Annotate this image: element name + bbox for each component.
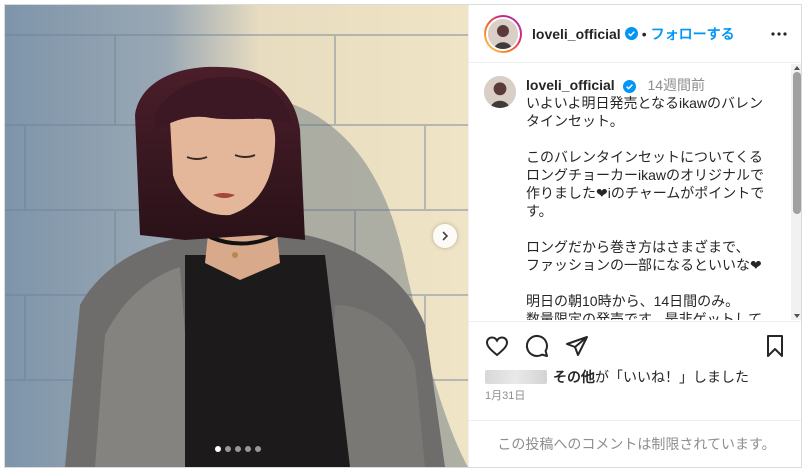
scroll-up-arrow-icon[interactable] [794, 66, 800, 70]
follow-button[interactable]: フォローする [651, 24, 735, 44]
scroll-down-arrow-icon[interactable] [794, 314, 800, 318]
caption-line: 数量限定の発売です。是非ゲットして [526, 311, 763, 320]
caption-line: 明日の朝10時から、14日間のみ。 [526, 293, 740, 309]
caption-area: loveli_official 14週間前 いよいよ明日発売となるikawのバレ… [469, 64, 801, 320]
more-options-icon[interactable] [770, 25, 788, 48]
carousel-dots [215, 446, 261, 452]
verified-badge-icon [622, 79, 636, 93]
share-icon[interactable] [565, 334, 589, 363]
likes-text: が「いいね！」しました [595, 369, 749, 385]
liker-avatars-blurred [485, 370, 547, 384]
post-header: loveli_official • フォローする [469, 5, 801, 63]
separator-dot: • [641, 25, 647, 42]
caption-line: ファッションの一部になるといいな❤︎ [526, 257, 762, 273]
caption-line: いよいよ明日発売となるikawのバレン [526, 95, 764, 111]
action-bar [469, 321, 801, 369]
comment-icon[interactable] [525, 334, 549, 363]
post-side-panel: loveli_official • フォローする loveli_official… [468, 5, 801, 467]
caption-line: す。 [526, 203, 553, 219]
post-date[interactable]: 1月31日 [485, 387, 525, 403]
carousel-dot [245, 446, 251, 452]
carousel-dot [255, 446, 261, 452]
likes-line: その他 が「いいね！」しました [485, 367, 749, 387]
heart-icon[interactable] [485, 334, 509, 363]
caption-avatar[interactable] [484, 76, 516, 108]
profile-photo [488, 18, 518, 49]
carousel-dot [235, 446, 241, 452]
bookmark-icon[interactable] [763, 334, 787, 363]
comments-disabled-notice: この投稿へのコメントは制限されています。 [469, 420, 801, 467]
avatar[interactable] [484, 14, 522, 53]
likes-others-link[interactable]: その他 [553, 367, 595, 387]
caption-line: このバレンタインセットについてくる [526, 149, 763, 165]
post-dialog: loveli_official • フォローする loveli_official… [4, 4, 802, 468]
header-username[interactable]: loveli_official [532, 26, 621, 42]
chevron-right-icon [442, 231, 449, 241]
post-photo[interactable] [5, 5, 468, 467]
caption-line: 作りました❤︎iのチャームがポイントで [526, 185, 765, 201]
next-slide-button[interactable] [433, 224, 457, 248]
caption-line: ロングチョーカーikawのオリジナルで [526, 167, 765, 183]
caption-username[interactable]: loveli_official [526, 77, 615, 93]
verified-badge-icon [624, 27, 638, 40]
caption-line: タインセット。 [526, 113, 624, 129]
caption-line: ロングだから巻き方はさまざまで、 [526, 239, 750, 255]
carousel-dot [225, 446, 231, 452]
carousel-dot [215, 446, 221, 452]
caption-scrollbar[interactable] [791, 64, 801, 320]
caption-text: loveli_official 14週間前 いよいよ明日発売となるikawのバレ… [526, 76, 788, 320]
caption-lines: いよいよ明日発売となるikawのバレン タインセット。このバレンタインセットについ… [526, 94, 788, 320]
caption-timestamp[interactable]: 14週間前 [647, 77, 705, 93]
scroll-thumb[interactable] [793, 72, 801, 214]
photo-image [5, 5, 468, 467]
